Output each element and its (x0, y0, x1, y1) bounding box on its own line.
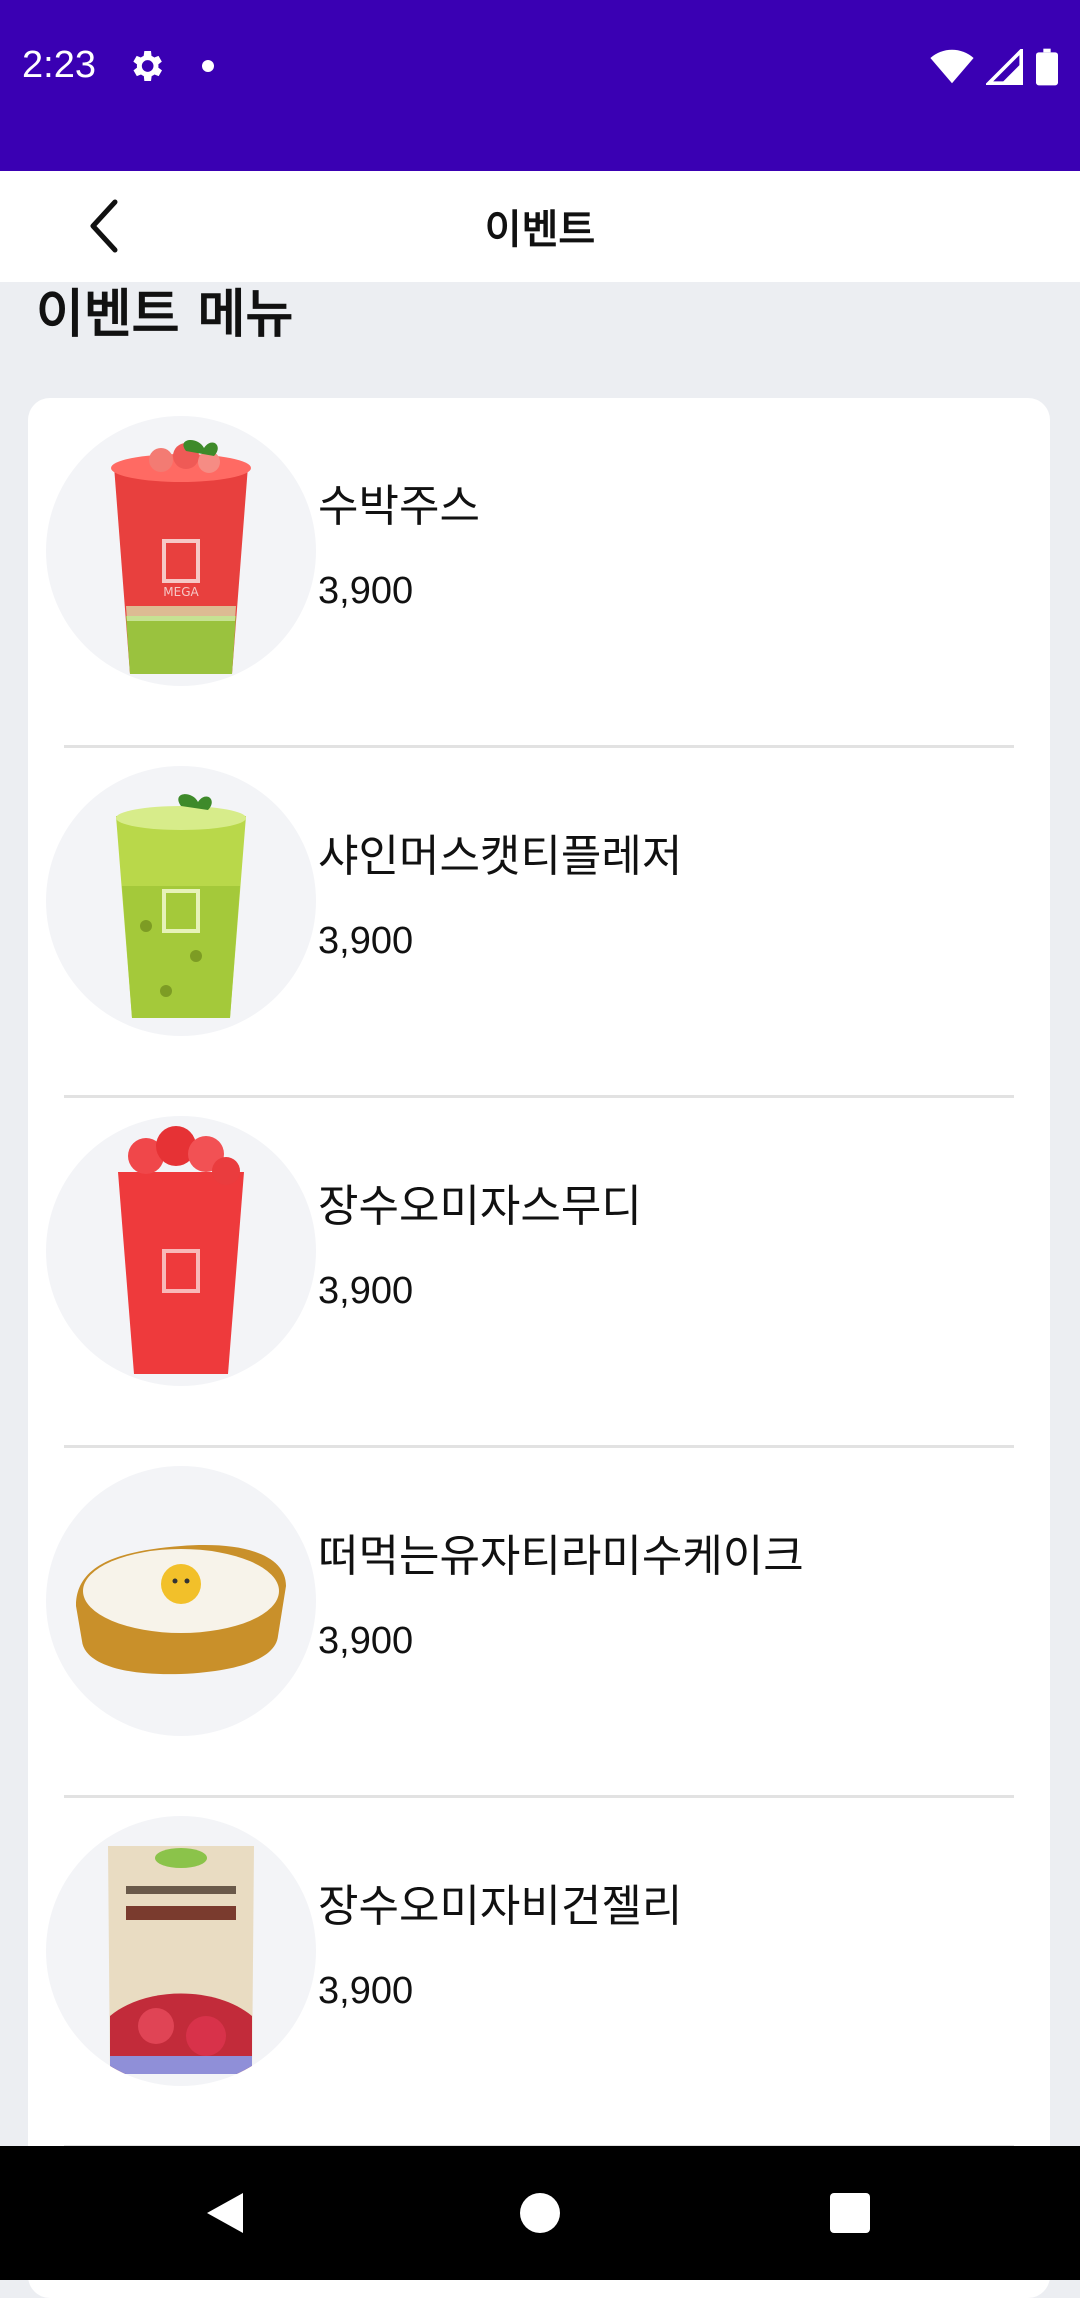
item-price: 3,900 (318, 1970, 414, 2012)
item-name: 장수오미자비건젤리 (318, 1881, 683, 1932)
back-triangle-icon (207, 2193, 243, 2233)
wifi-icon (930, 49, 974, 89)
status-icons (930, 46, 1058, 90)
gear-icon (126, 46, 166, 86)
item-name: 샤인머스캣티플레저 (318, 831, 683, 882)
notification-dot-icon (202, 60, 214, 72)
status-time: 2:23 (22, 44, 96, 86)
item-price: 3,900 (318, 570, 414, 612)
app-bar: 이벤트 (0, 171, 1080, 282)
item-name: 떠먹는유자티라미수케이크 (318, 1531, 804, 1582)
product-image-yuzu-tiramisu (46, 1466, 316, 1736)
menu-list-card: MEGA 수박주스 3,900 샤인머스캣티플레저 3,900 장수오미자스무디… (28, 398, 1050, 2298)
nav-back-button[interactable] (188, 2176, 262, 2250)
list-item[interactable]: MEGA 수박주스 3,900 (28, 398, 1050, 748)
item-price: 3,900 (318, 1270, 414, 1312)
item-name: 장수오미자스무디 (318, 1181, 642, 1232)
product-image-watermelon-juice: MEGA (46, 416, 316, 686)
page-title: 이벤트 (484, 207, 596, 253)
svg-text:MEGA: MEGA (163, 585, 199, 599)
nav-recents-button[interactable] (813, 2176, 887, 2250)
navigation-bar (0, 2146, 1080, 2280)
item-price: 3,900 (318, 920, 414, 962)
status-bar: 2:23 (0, 0, 1080, 171)
item-price: 3,900 (318, 1620, 414, 1662)
list-item[interactable]: 샤인머스캣티플레저 3,900 (28, 748, 1050, 1098)
product-image-omija-jelly (46, 1816, 316, 2086)
list-item[interactable]: 장수오미자비건젤리 3,900 (28, 1798, 1050, 2148)
recents-square-icon (830, 2193, 870, 2233)
nav-home-button[interactable] (503, 2176, 577, 2250)
section-title: 이벤트 메뉴 (36, 285, 294, 345)
home-circle-icon (520, 2193, 560, 2233)
list-item[interactable]: 떠먹는유자티라미수케이크 3,900 (28, 1448, 1050, 1798)
product-image-shine-muscat (46, 766, 316, 1036)
list-item[interactable]: 장수오미자스무디 3,900 (28, 1098, 1050, 1448)
signal-icon (984, 46, 1024, 89)
battery-icon (1036, 48, 1058, 90)
product-image-omija-smoothie (46, 1116, 316, 1386)
item-name: 수박주스 (318, 481, 480, 532)
